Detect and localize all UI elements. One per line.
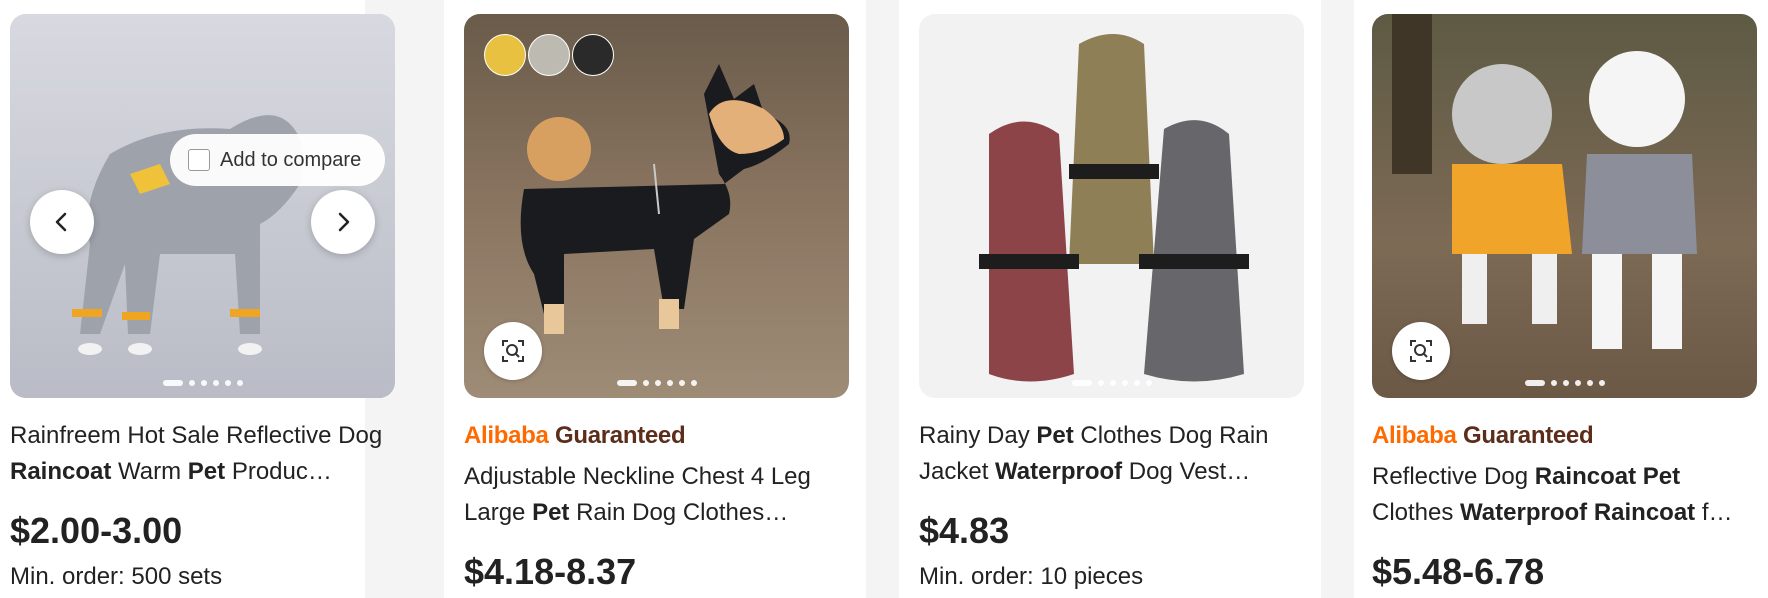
image-carousel-dots[interactable] (1524, 380, 1605, 386)
title-segment: Clothes (1372, 499, 1461, 526)
image-carousel-dots[interactable] (162, 380, 243, 386)
chevron-right-icon (338, 212, 350, 232)
product-title[interactable]: Rainfreem Hot Sale Reflective Dog Rainco… (10, 418, 395, 490)
product-price: $4.18-8.37 (464, 551, 637, 592)
title-segment: Pet (532, 499, 570, 526)
product-card[interactable]: Rainy Day Pet Clothes Dog Rain Jacket Wa… (899, 0, 1321, 598)
title-segment: f… (1695, 499, 1733, 526)
title-segment: Rainy Day (919, 422, 1037, 449)
compare-checkbox[interactable] (188, 149, 210, 171)
product-grid: Add to compare Rainfreem Hot Sale Reflec… (0, 0, 1768, 598)
product-image[interactable] (919, 14, 1304, 398)
title-segment: Waterproof (995, 458, 1123, 485)
min-order: Min. order: 10 pieces (919, 563, 1144, 590)
product-price: $5.48-6.78 (1372, 551, 1545, 592)
title-segment: Waterproof Raincoat (1460, 499, 1696, 526)
title-segment: Reflective Dog (1372, 463, 1535, 490)
title-segment: Dog Vest… (1122, 458, 1251, 485)
product-price: $2.00-3.00 (10, 510, 183, 551)
title-segment: Rain Dog Clothes… (569, 499, 789, 526)
min-order: Min. order: 500 sets (10, 563, 223, 590)
alibaba-guaranteed-badge: Alibaba Guaranteed (464, 422, 686, 449)
product-price: $4.83 (919, 510, 1010, 551)
title-segment: Produc… (225, 458, 332, 485)
variant-thumbnails[interactable] (484, 34, 614, 76)
add-to-compare-button[interactable]: Add to compare (170, 134, 385, 186)
product-title[interactable]: Adjustable Neckline Chest 4 Leg Large Pe… (464, 459, 849, 531)
compare-label: Add to compare (220, 148, 362, 171)
title-segment: Raincoat Pet (1534, 463, 1681, 490)
product-card[interactable]: Alibaba Guaranteed Reflective Dog Rainco… (1354, 0, 1768, 598)
title-segment: Warm (111, 458, 188, 485)
next-image-button[interactable] (311, 190, 375, 254)
product-image[interactable] (1372, 14, 1757, 398)
title-segment: Rainfreem Hot Sale Reflective Dog (10, 422, 383, 449)
alibaba-guaranteed-badge: Alibaba Guaranteed (1372, 422, 1594, 449)
title-segment: Pet (187, 458, 226, 485)
product-image[interactable]: Add to compare (10, 14, 395, 398)
product-card[interactable]: Alibaba Guaranteed Adjustable Neckline C… (444, 0, 866, 598)
chevron-left-icon (55, 212, 67, 232)
title-segment: Pet (1036, 422, 1074, 449)
prev-image-button[interactable] (30, 190, 94, 254)
image-carousel-dots[interactable] (616, 380, 697, 386)
product-card[interactable]: Add to compare Rainfreem Hot Sale Reflec… (0, 0, 395, 598)
image-carousel-dots[interactable] (1071, 380, 1152, 386)
image-search-button[interactable] (484, 322, 542, 380)
image-search-icon (502, 340, 524, 362)
product-title[interactable]: Rainy Day Pet Clothes Dog Rain Jacket Wa… (919, 418, 1304, 490)
product-image[interactable] (464, 14, 849, 398)
image-search-icon (1410, 340, 1432, 362)
image-search-button[interactable] (1392, 322, 1450, 380)
product-title[interactable]: Reflective Dog Raincoat Pet Clothes Wate… (1372, 459, 1757, 531)
title-segment: Raincoat (10, 458, 112, 485)
